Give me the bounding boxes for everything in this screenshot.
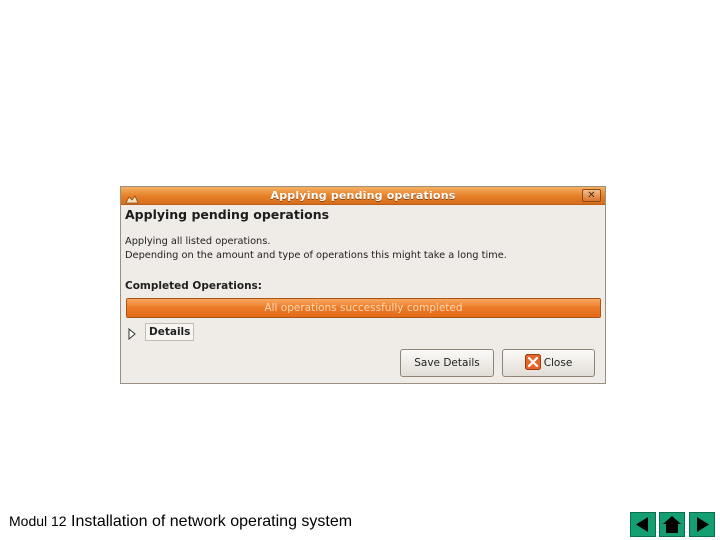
completed-operations-label: Completed Operations: [125, 280, 262, 292]
progress-bar: All operations successfully completed [126, 298, 601, 318]
close-x-icon [524, 354, 541, 370]
footer-caption: Modul 12 Installation of network operati… [9, 513, 352, 531]
description-line-1: Applying all listed operations. [125, 236, 271, 247]
description-line-2: Depending on the amount and type of oper… [125, 250, 507, 261]
close-button[interactable]: Close [502, 349, 595, 377]
back-button[interactable] [630, 512, 656, 537]
triangle-right-icon[interactable] [127, 325, 137, 341]
footer-module: Modul 12 [9, 513, 67, 529]
footer-title: Installation of network operating system [71, 513, 353, 530]
details-expander[interactable]: Details [145, 323, 195, 341]
save-details-button[interactable]: Save Details [400, 349, 494, 377]
dialog-heading: Applying pending operations [125, 207, 330, 222]
progress-text: All operations successfully completed [264, 302, 463, 314]
save-details-label: Save Details [414, 357, 480, 369]
home-button[interactable] [659, 512, 685, 537]
window-close-button[interactable]: ✕ [582, 189, 601, 202]
close-label: Close [543, 357, 573, 369]
forward-button[interactable] [689, 512, 715, 537]
window-title: Applying pending operations [270, 189, 456, 202]
title-bar[interactable]: Applying pending operations ✕ [121, 187, 605, 205]
dialog-window: Applying pending operations ✕ Applying p… [120, 186, 606, 384]
close-icon: ✕ [587, 190, 596, 201]
